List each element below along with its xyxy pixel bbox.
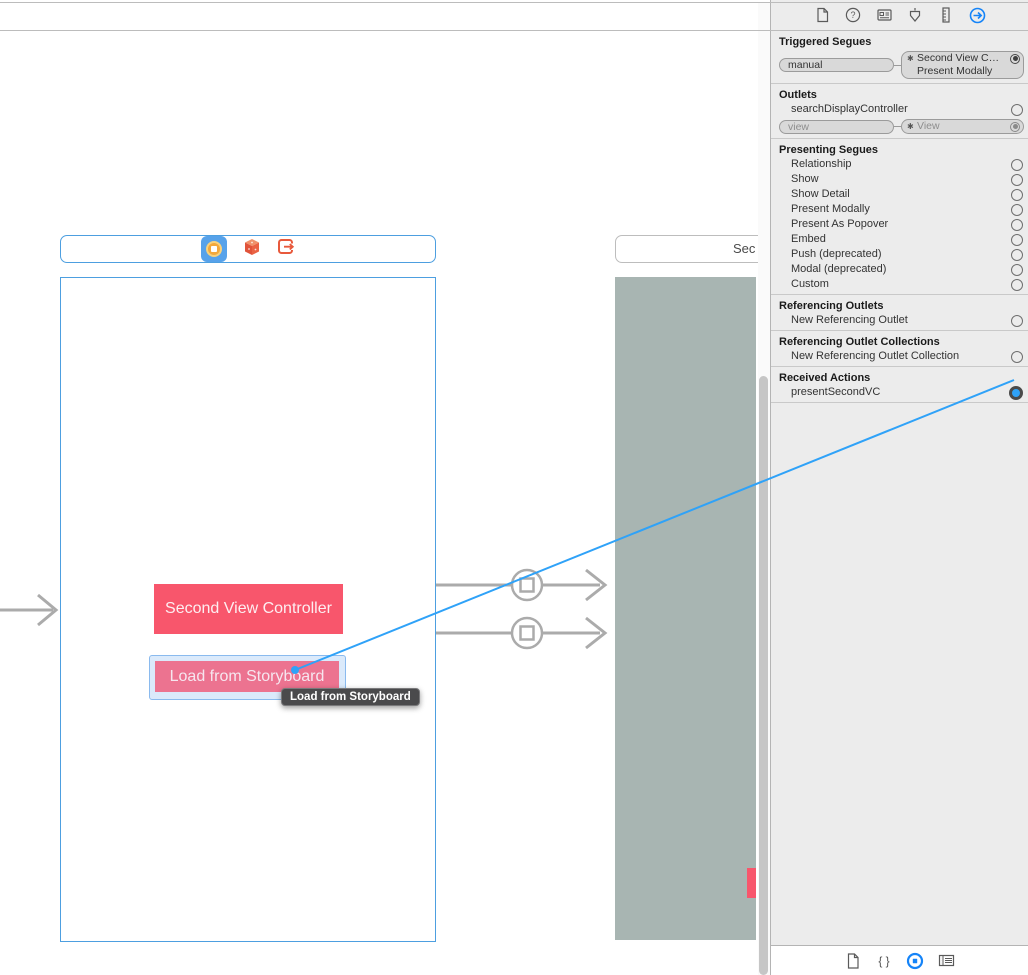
connection-target-line: Second View C… ✱ bbox=[902, 52, 1023, 65]
connection-row: Present As Popover bbox=[771, 217, 1028, 232]
connection-row: Custom bbox=[771, 277, 1028, 292]
connection-label: Present Modally bbox=[791, 203, 870, 215]
section-title: Referencing Outlets bbox=[779, 300, 884, 312]
bound-connection-row: manual Second View C… ✱ Present Modally bbox=[771, 49, 1028, 81]
connection-link-line bbox=[894, 64, 901, 66]
connection-well[interactable] bbox=[1011, 188, 1023, 201]
connection-label: Embed bbox=[791, 233, 826, 245]
connection-label: Custom bbox=[791, 278, 829, 290]
connection-row: presentSecondVC bbox=[771, 385, 1028, 400]
connection-well[interactable] bbox=[1011, 103, 1023, 116]
connection-label: Show Detail bbox=[791, 188, 850, 200]
connection-label: Show bbox=[791, 173, 819, 185]
connection-row: Show Detail bbox=[771, 187, 1028, 202]
second-vc-title: Sec bbox=[733, 241, 756, 256]
view-controller-icon[interactable] bbox=[201, 236, 227, 262]
window-top-divider bbox=[0, 2, 1028, 3]
section-title: Triggered Segues bbox=[779, 36, 872, 48]
canvas-scrollbar-thumb[interactable] bbox=[759, 376, 768, 975]
second-view-controller-label[interactable]: Second View Controller bbox=[154, 584, 343, 634]
segue-arrow-2 bbox=[436, 616, 608, 650]
connections-sections: Triggered Segues manual Second View C… ✱ Pre… bbox=[771, 31, 1028, 403]
storyboard-canvas[interactable]: Second View Controller Load from Storybo… bbox=[0, 0, 758, 975]
view-controller-header-bar[interactable] bbox=[60, 235, 436, 263]
second-vc-header-bar[interactable]: Sec bbox=[615, 235, 758, 263]
connection-name-pill[interactable]: view bbox=[779, 119, 894, 134]
connection-label: Relationship bbox=[791, 158, 852, 170]
drag-tooltip: Load from Storyboard bbox=[281, 688, 420, 706]
panel-section: Triggered Segues manual Second View C… ✱ Pre… bbox=[771, 31, 1028, 84]
connection-well[interactable] bbox=[1011, 203, 1023, 216]
connection-well[interactable] bbox=[1011, 278, 1023, 291]
panel-section: Referencing Outlets New Referencing Outle… bbox=[771, 295, 1028, 331]
file-inspector-tab[interactable] bbox=[814, 7, 831, 24]
connection-row: New Referencing Outlet Collection bbox=[771, 349, 1028, 364]
connection-row: Show bbox=[771, 172, 1028, 187]
utilities-panel: ? Triggered Segues manual Second View C… ✱ P… bbox=[770, 0, 1028, 975]
size-inspector-tab[interactable] bbox=[938, 7, 955, 24]
canvas-scrollbar-track[interactable] bbox=[758, 3, 770, 975]
connection-label: Push (deprecated) bbox=[791, 248, 882, 260]
connection-label: presentSecondVC bbox=[791, 386, 881, 398]
connection-well-active[interactable] bbox=[1009, 385, 1023, 400]
section-title: Presenting Segues bbox=[779, 144, 879, 156]
connection-target-box[interactable]: Second View C… ✱ Present Modally bbox=[901, 51, 1024, 79]
connection-name-pill[interactable]: manual bbox=[779, 58, 894, 72]
first-responder-cube-icon[interactable] bbox=[243, 238, 261, 261]
library-tab-bar: { } bbox=[771, 945, 1028, 975]
identity-inspector-tab[interactable] bbox=[876, 7, 893, 24]
second-vc-button-fragment bbox=[747, 868, 756, 898]
connection-row: Modal (deprecated) bbox=[771, 262, 1028, 277]
connection-row: Push (deprecated) bbox=[771, 247, 1028, 262]
connections-inspector-tab[interactable] bbox=[969, 7, 986, 24]
quick-help-inspector-tab[interactable]: ? bbox=[845, 7, 862, 24]
disconnect-icon[interactable]: ✱ bbox=[907, 52, 914, 65]
connection-well[interactable] bbox=[1011, 248, 1023, 261]
section-title: Referencing Outlet Collections bbox=[779, 336, 940, 348]
panel-section: Presenting Segues Relationship Show Show De… bbox=[771, 139, 1028, 295]
connection-well[interactable] bbox=[1011, 350, 1023, 363]
object-library-tab[interactable] bbox=[906, 952, 924, 970]
initial-vc-arrow bbox=[0, 593, 59, 627]
connection-well[interactable] bbox=[1011, 158, 1023, 171]
attributes-inspector-tab[interactable] bbox=[907, 7, 924, 24]
exit-segue-icon[interactable] bbox=[277, 238, 295, 261]
connection-row: New Referencing Outlet bbox=[771, 313, 1028, 328]
panel-section: Referencing Outlet Collections New Refere… bbox=[771, 331, 1028, 367]
toolbar-bottom-divider bbox=[0, 30, 1028, 31]
bound-connection-row: view View ✱ bbox=[771, 117, 1028, 136]
connection-label: New Referencing Outlet Collection bbox=[791, 350, 960, 362]
second-vc-view[interactable] bbox=[615, 277, 756, 940]
connection-target-line: View ✱ bbox=[902, 120, 1023, 133]
code-snippet-library-tab[interactable]: { } bbox=[875, 952, 893, 970]
connection-row: Relationship bbox=[771, 157, 1028, 172]
segue-arrow-1 bbox=[436, 568, 608, 602]
connection-radio[interactable] bbox=[1010, 121, 1020, 132]
media-library-tab[interactable] bbox=[937, 952, 955, 970]
connection-well[interactable] bbox=[1011, 233, 1023, 246]
connection-target-box[interactable]: View ✱ bbox=[901, 119, 1024, 134]
section-title: Received Actions bbox=[779, 372, 871, 384]
svg-text:?: ? bbox=[850, 10, 855, 20]
inspector-tab-bar: ? bbox=[771, 0, 1028, 31]
disconnect-icon[interactable]: ✱ bbox=[907, 120, 914, 133]
connection-row: searchDisplayController bbox=[771, 102, 1028, 117]
panel-section: Outlets searchDisplayController view View ✱ bbox=[771, 84, 1028, 139]
panel-section: Received Actions presentSecondVC bbox=[771, 367, 1028, 403]
connection-link-line bbox=[894, 126, 901, 127]
connection-target-line: Present Modally bbox=[917, 65, 993, 77]
connection-label: Modal (deprecated) bbox=[791, 263, 887, 275]
connection-radio[interactable] bbox=[1010, 53, 1020, 64]
connection-well[interactable] bbox=[1011, 218, 1023, 231]
connection-label: searchDisplayController bbox=[791, 103, 908, 115]
connection-row: Present Modally bbox=[771, 202, 1028, 217]
connection-label: New Referencing Outlet bbox=[791, 314, 908, 326]
connection-well[interactable] bbox=[1011, 173, 1023, 186]
connection-well[interactable] bbox=[1011, 263, 1023, 276]
connection-well[interactable] bbox=[1011, 314, 1023, 327]
connection-row: Embed bbox=[771, 232, 1028, 247]
section-title: Outlets bbox=[779, 89, 817, 101]
connection-label: Present As Popover bbox=[791, 218, 889, 230]
file-template-library-tab[interactable] bbox=[844, 952, 862, 970]
